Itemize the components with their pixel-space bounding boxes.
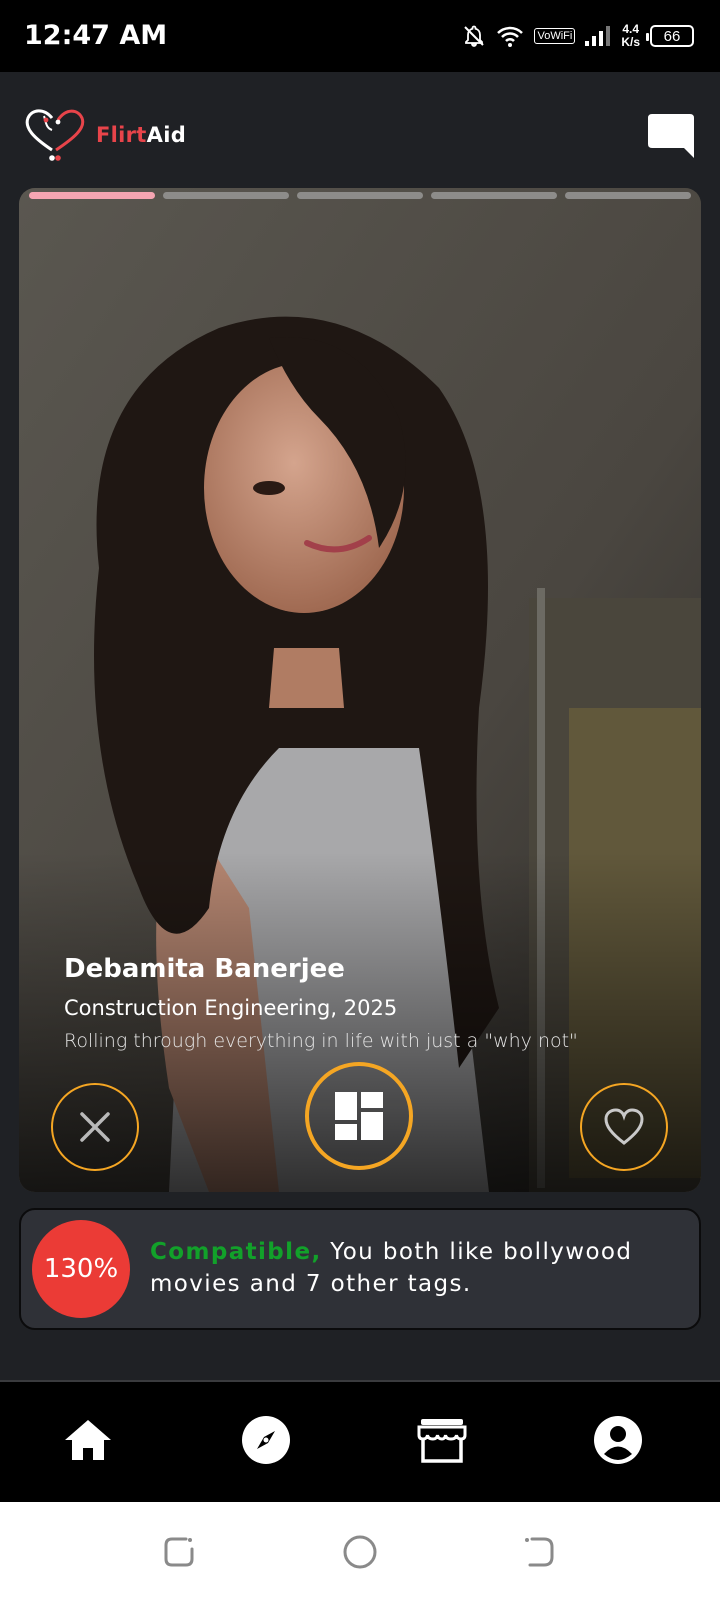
notifications-off-icon xyxy=(462,24,486,48)
chat-button[interactable] xyxy=(646,112,696,160)
network-speed: 4.4 K/s xyxy=(621,23,640,49)
profile-icon xyxy=(594,1416,642,1464)
profile-name: Debamita Banerjee xyxy=(64,954,345,984)
view-details-button[interactable] xyxy=(305,1062,413,1170)
back-button[interactable] xyxy=(519,1532,559,1572)
app-logo[interactable]: FlirtAid xyxy=(22,106,186,164)
signal-icon xyxy=(585,25,611,47)
home-system-button[interactable] xyxy=(340,1532,380,1572)
reject-button[interactable] xyxy=(51,1083,139,1171)
close-icon xyxy=(80,1112,110,1142)
photo-progress xyxy=(29,192,691,199)
nav-home[interactable] xyxy=(60,1412,116,1468)
home-icon xyxy=(65,1420,111,1460)
photo-progress-segment[interactable] xyxy=(565,192,691,199)
profile-subtitle: Construction Engineering, 2025 xyxy=(64,996,398,1020)
heart-logo-icon xyxy=(25,109,85,161)
wifi-icon xyxy=(496,24,524,48)
store-icon xyxy=(417,1419,467,1463)
brand-name-flirt: Flirt xyxy=(96,123,147,147)
app-header: FlirtAid xyxy=(0,72,720,188)
battery-level: 66 xyxy=(663,27,681,45)
photo-progress-segment[interactable] xyxy=(163,192,289,199)
compatibility-text: Compatible, You both like bollywood movi… xyxy=(150,1236,670,1300)
compass-icon xyxy=(242,1416,290,1464)
profile-bio: Rolling through everything in life with … xyxy=(64,1030,578,1052)
profile-card[interactable]: Debamita Banerjee Construction Engineeri… xyxy=(19,188,701,1192)
status-icons: VoWiFi 4.4 K/s 66 xyxy=(462,20,694,52)
dashboard-icon xyxy=(335,1092,383,1140)
vowifi-badge: VoWiFi xyxy=(534,28,576,44)
chat-icon xyxy=(648,114,694,158)
nav-store[interactable] xyxy=(414,1412,470,1468)
status-bar: 12:47 AM VoWiFi 4.4 K/s 66 xyxy=(0,0,720,72)
bottom-navigation xyxy=(0,1380,720,1502)
compatibility-percent: 130% xyxy=(32,1220,130,1318)
back-icon xyxy=(525,1537,554,1567)
recents-icon xyxy=(164,1537,194,1567)
recents-button[interactable] xyxy=(159,1532,199,1572)
brand-name: FlirtAid xyxy=(96,123,186,147)
system-navigation-bar xyxy=(0,1502,720,1600)
like-button[interactable] xyxy=(580,1083,668,1171)
photo-progress-segment[interactable] xyxy=(431,192,557,199)
compatibility-highlight: Compatible, xyxy=(150,1239,322,1265)
home-circle-icon xyxy=(343,1535,377,1569)
photo-progress-segment[interactable] xyxy=(297,192,423,199)
status-time: 12:47 AM xyxy=(24,20,168,51)
photo-progress-segment[interactable] xyxy=(29,192,155,199)
nav-explore[interactable] xyxy=(238,1412,294,1468)
brand-name-aid: Aid xyxy=(146,123,187,147)
heart-icon xyxy=(604,1108,644,1145)
nav-profile[interactable] xyxy=(590,1412,646,1468)
compatibility-banner: 130% Compatible, You both like bollywood… xyxy=(19,1208,701,1330)
network-speed-unit: K/s xyxy=(621,35,640,49)
battery-icon: 66 xyxy=(646,25,694,47)
